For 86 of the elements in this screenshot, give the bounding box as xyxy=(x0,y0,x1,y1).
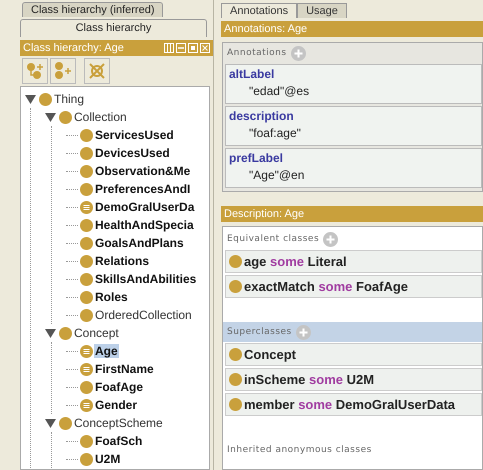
stacked-nodes-plus-icon xyxy=(53,61,73,81)
tree-item[interactable]: DemoGralUserDa xyxy=(94,200,196,214)
expanded-arrow-icon[interactable] xyxy=(45,328,56,338)
annotation-value: "foaf:age" xyxy=(248,125,302,140)
section-header: Annotations xyxy=(227,48,287,58)
tree-item[interactable]: Observation&Me xyxy=(94,164,192,178)
class-icon xyxy=(80,452,93,466)
class-icon xyxy=(229,373,242,386)
class-icon xyxy=(229,348,242,361)
class-icon xyxy=(80,236,93,250)
class-expression-row[interactable]: Concept xyxy=(225,343,482,366)
tree-item[interactable]: Relations xyxy=(94,254,150,268)
class-icon xyxy=(229,398,242,411)
tree-item[interactable]: FirstName xyxy=(94,362,155,376)
class-icon xyxy=(80,254,93,268)
tree-item[interactable]: ConceptScheme xyxy=(73,416,164,430)
annotation-value: "edad"@es xyxy=(248,83,310,98)
class-expression: inScheme some U2M xyxy=(244,372,374,387)
section-header: Equivalent classes xyxy=(227,234,320,244)
tree-item[interactable]: Concept xyxy=(73,326,120,340)
tree-item[interactable]: Gender xyxy=(94,398,138,412)
class-icon xyxy=(80,146,93,160)
class-expression: exactMatch some FoafAge xyxy=(244,279,408,294)
expanded-arrow-icon[interactable] xyxy=(45,112,56,122)
nodes-plus-icon xyxy=(25,61,45,81)
tree-item[interactable]: OrderedCollection xyxy=(94,308,193,322)
class-expression: member some DemoGralUserData xyxy=(244,397,456,412)
annotation-property[interactable]: altLabel xyxy=(229,67,478,81)
tree-item[interactable]: FoafAge xyxy=(94,380,144,394)
class-icon xyxy=(80,380,93,394)
defined-class-icon xyxy=(80,200,93,214)
tab[interactable]: Annotations xyxy=(221,3,298,18)
minimize-icon xyxy=(176,43,186,53)
class-icon xyxy=(59,110,72,124)
tab[interactable]: Class hierarchy xyxy=(20,19,207,37)
defined-class-icon xyxy=(80,344,93,358)
add-icon xyxy=(290,46,306,60)
class-icon xyxy=(80,434,93,448)
tree-item[interactable]: PreferencesAndI xyxy=(94,182,192,196)
defined-class-icon xyxy=(80,362,93,376)
tree-item[interactable]: FoafSch xyxy=(94,434,144,448)
tree-item[interactable]: Collection xyxy=(73,110,128,124)
class-icon xyxy=(80,308,93,322)
tree-item[interactable]: Age xyxy=(94,344,119,358)
class-expression-row[interactable]: inScheme some U2M xyxy=(225,368,482,391)
class-expression-row[interactable]: member some DemoGralUserData xyxy=(225,393,482,416)
panel-title: Description: Age xyxy=(224,208,304,220)
class-icon xyxy=(229,255,242,268)
section-header: Superclasses xyxy=(227,327,292,337)
class-icon xyxy=(80,290,93,304)
annotation-value: "Age"@en xyxy=(248,167,306,182)
maximize-icon xyxy=(188,43,198,53)
split-icon xyxy=(164,43,174,53)
expanded-arrow-icon[interactable] xyxy=(45,418,56,428)
class-icon xyxy=(80,272,93,286)
defined-class-icon xyxy=(80,398,93,412)
crossed-circle-icon xyxy=(87,61,107,81)
expanded-arrow-icon[interactable] xyxy=(25,94,36,104)
class-icon xyxy=(59,326,72,340)
panel-title: Annotations: Age xyxy=(224,23,308,35)
class-icon xyxy=(59,416,72,430)
class-expression-row[interactable]: exactMatch some FoafAge xyxy=(225,275,482,298)
tree-item[interactable]: Thing xyxy=(53,92,86,106)
class-expression: age some Literal xyxy=(244,254,347,269)
class-icon xyxy=(229,280,242,293)
class-expression: Concept xyxy=(244,347,296,362)
tab[interactable]: Usage xyxy=(297,3,347,18)
tab[interactable]: Class hierarchy (inferred) xyxy=(22,2,164,17)
tree-item[interactable]: U2M xyxy=(94,452,122,466)
tree-item[interactable]: Roles xyxy=(94,290,129,304)
class-icon xyxy=(80,128,93,142)
annotation-property[interactable]: description xyxy=(229,109,478,123)
section-header: Inherited anonymous classes xyxy=(227,445,372,455)
close-icon xyxy=(200,43,210,53)
tree-item[interactable]: SkillsAndAbilities xyxy=(94,272,198,286)
tree-item[interactable]: HealthAndSpecia xyxy=(94,218,195,232)
panel-title: Class hierarchy: Age xyxy=(23,42,124,54)
tree-item[interactable]: GoalsAndPlans xyxy=(94,236,185,250)
class-icon xyxy=(39,92,52,106)
class-expression-row[interactable]: age some Literal xyxy=(225,250,482,273)
annotation-property[interactable]: prefLabel xyxy=(229,151,478,165)
class-icon xyxy=(80,182,93,196)
class-icon xyxy=(80,164,93,178)
class-icon xyxy=(80,218,93,232)
tree-item[interactable]: DevicesUsed xyxy=(94,146,171,160)
tree-item[interactable]: ServicesUsed xyxy=(94,128,175,142)
